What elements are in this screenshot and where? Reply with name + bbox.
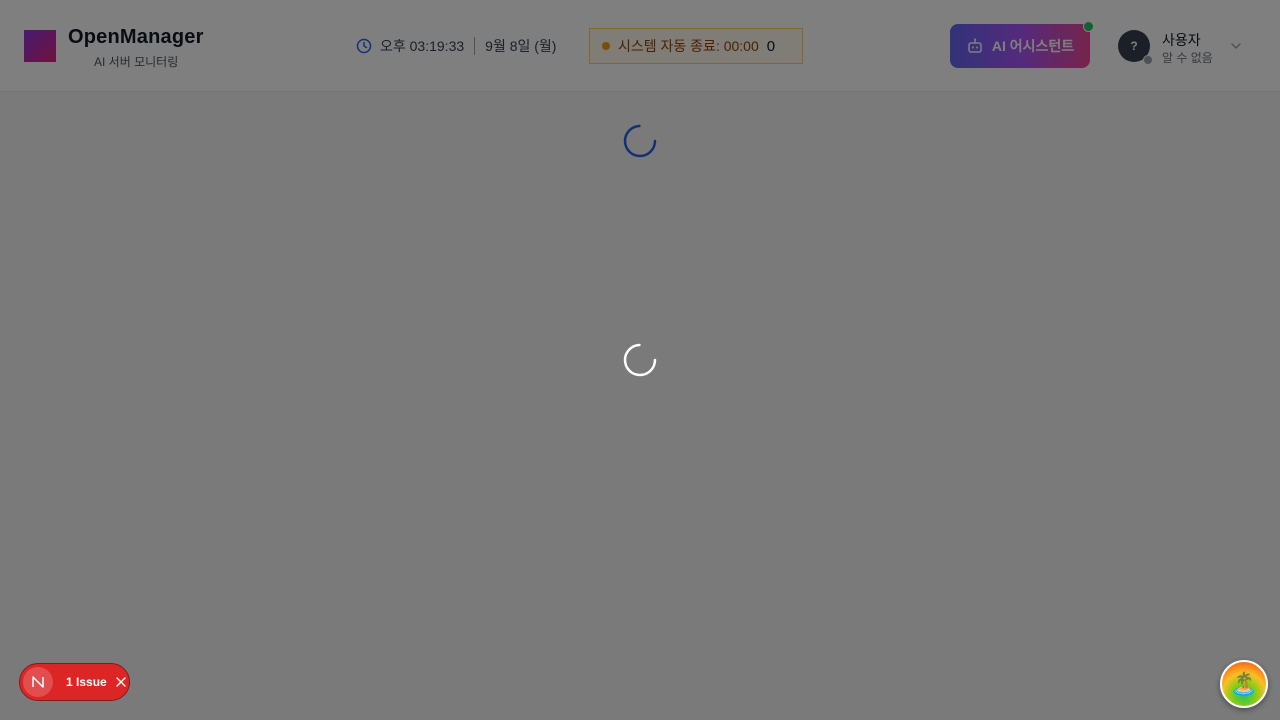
loading-spinner-icon bbox=[623, 343, 657, 377]
issue-count: 1 Issue bbox=[66, 675, 107, 689]
n-logo-icon bbox=[23, 667, 53, 697]
loading-overlay bbox=[0, 0, 1280, 720]
dashboard-page: OpenManager AI 서버 모니터링 오후 03:19:33 9월 8일… bbox=[0, 0, 1280, 720]
close-icon[interactable] bbox=[115, 676, 127, 688]
island-icon: 🏝️ bbox=[1230, 671, 1258, 696]
floating-assistant-button[interactable]: 🏝️ bbox=[1220, 660, 1268, 708]
issue-badge[interactable]: 1 Issue bbox=[19, 663, 130, 701]
